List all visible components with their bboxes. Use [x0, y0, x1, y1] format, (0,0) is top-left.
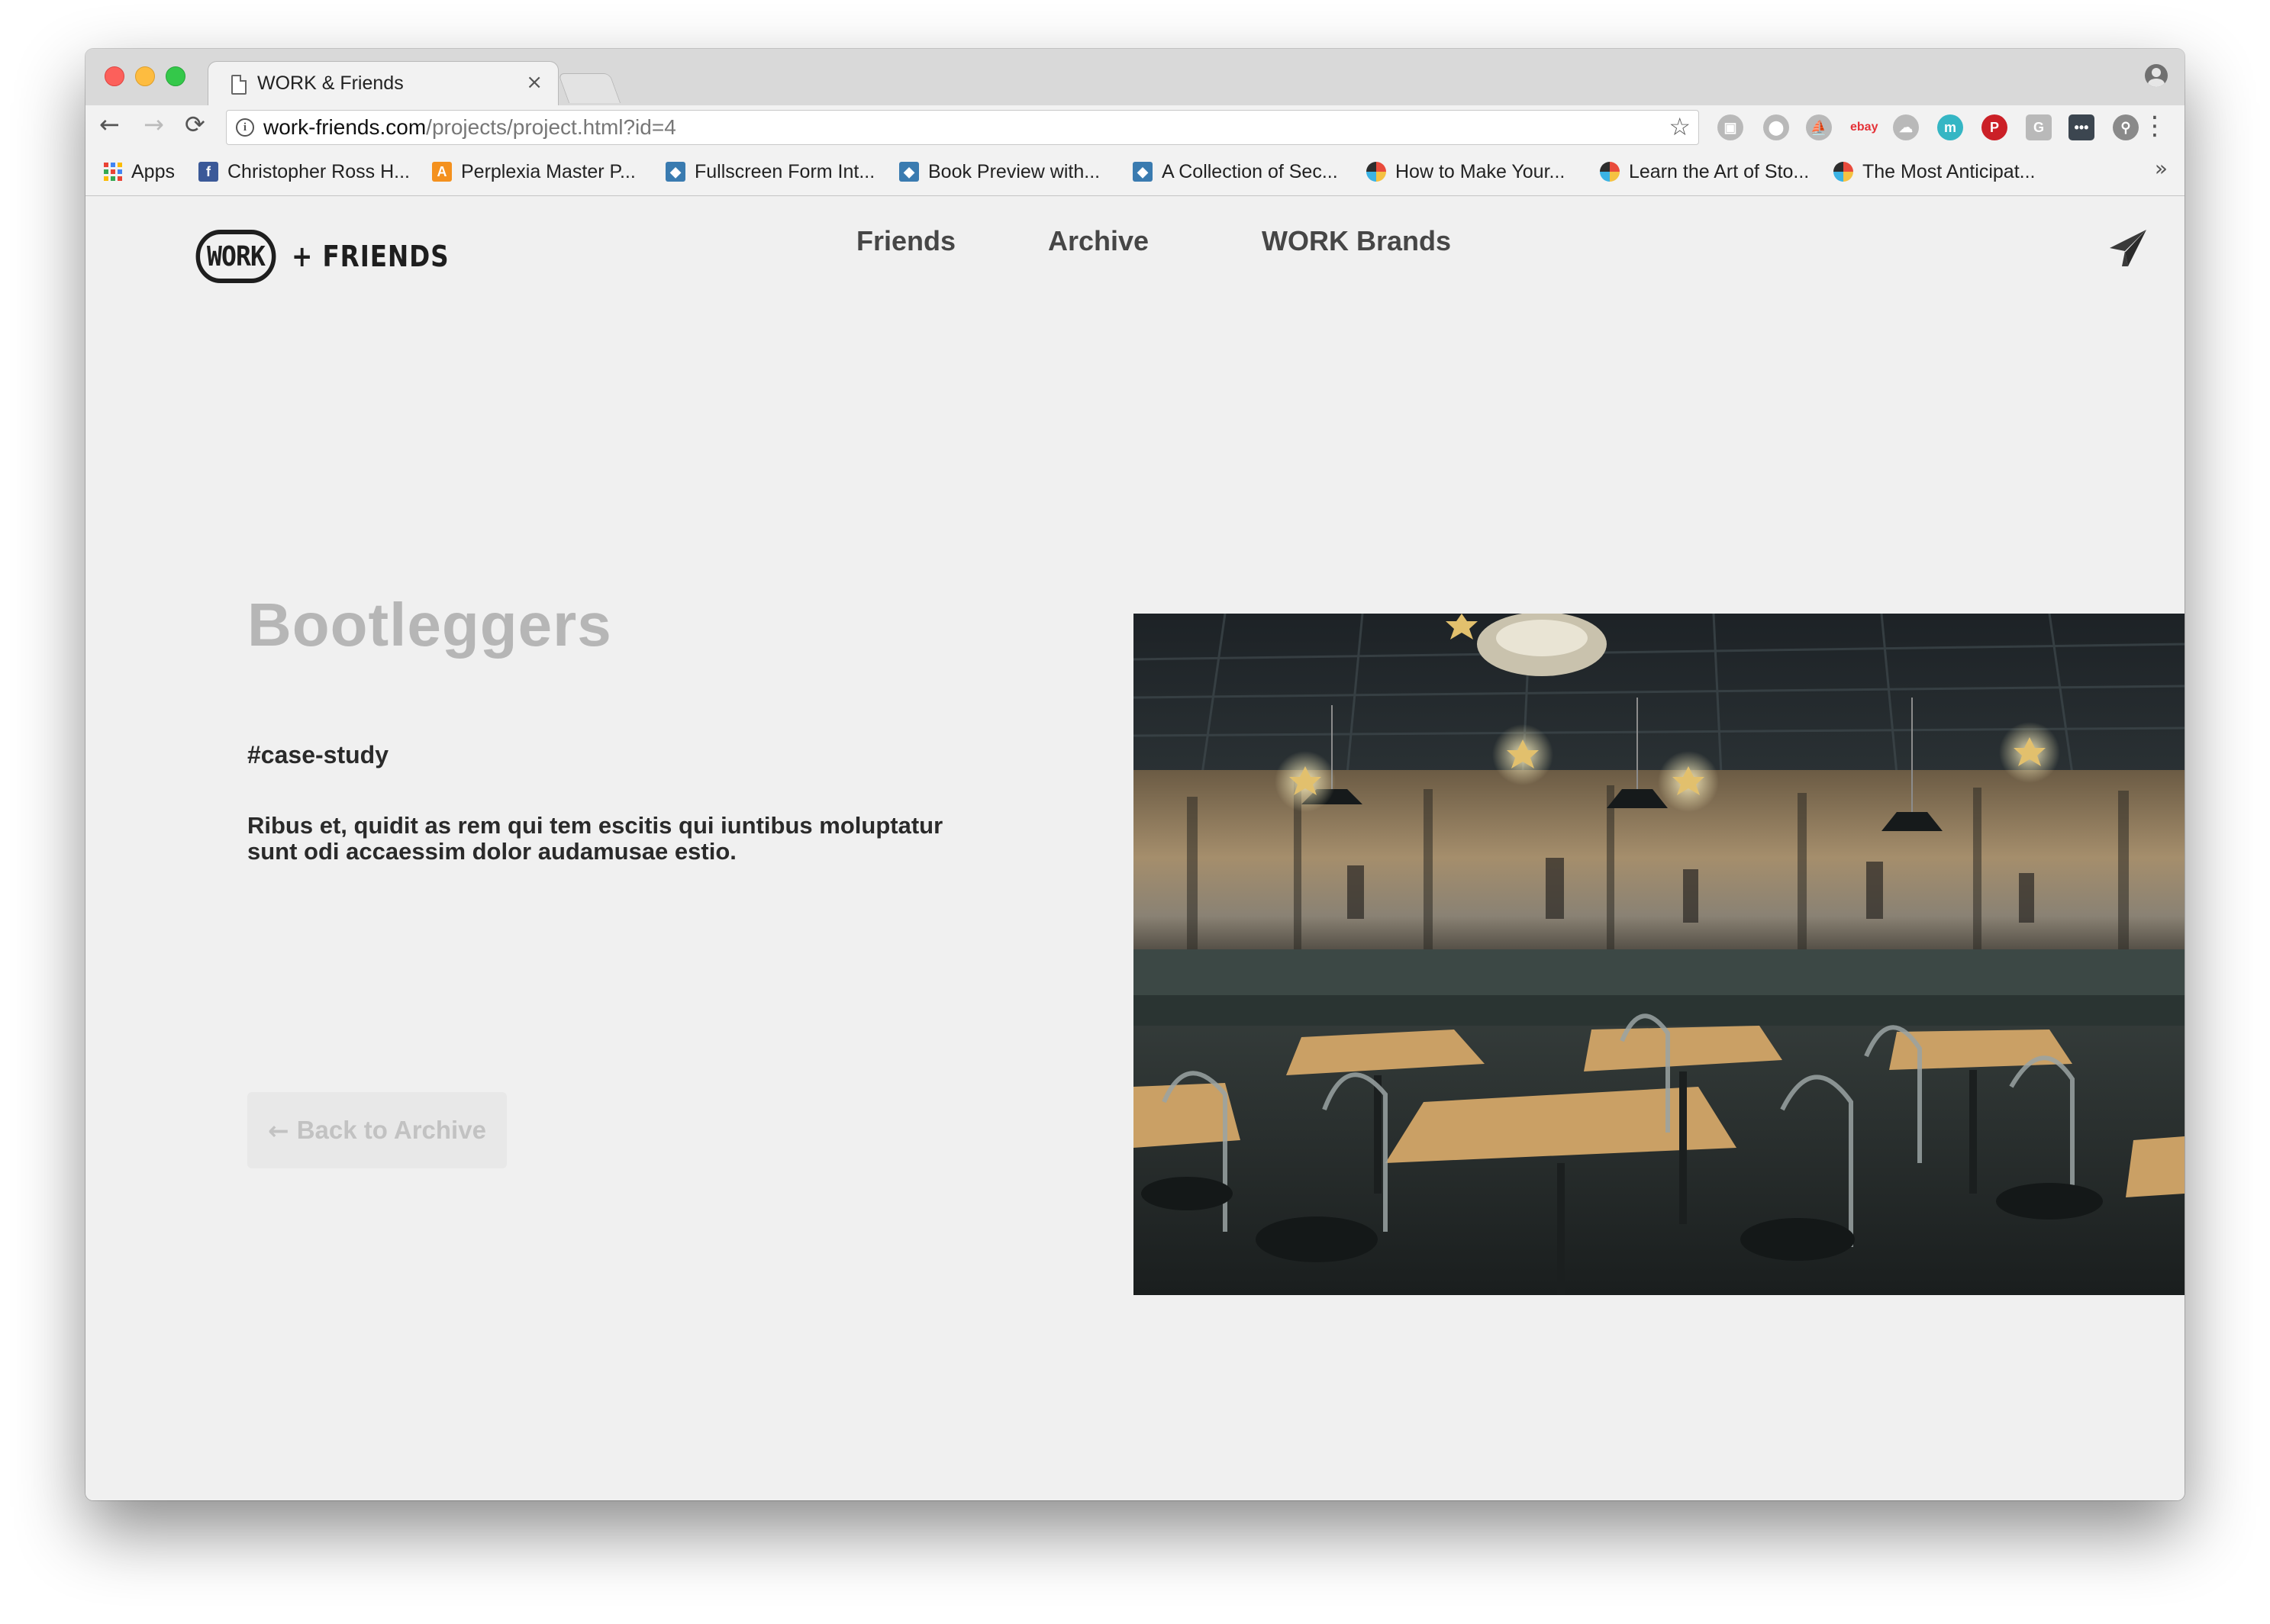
bookmark-label: Christopher Ross H... — [227, 160, 410, 182]
bookmark-label: Perplexia Master P... — [461, 160, 636, 182]
boat-extension-icon[interactable]: ⛵ — [1806, 114, 1832, 140]
browser-toolbar: ← → ⟳ i work-friends.com/projects/projec… — [85, 105, 2185, 150]
bookmark-item[interactable]: A Perplexia Master P... — [432, 159, 636, 185]
link-extension-icon[interactable]: ⚲ — [2113, 114, 2139, 140]
lastpass-extension-icon[interactable]: ••• — [2068, 114, 2094, 140]
apps-grid-icon — [104, 163, 122, 181]
browser-window: WORK & Friends × ← → ⟳ i work-friends.co… — [85, 49, 2185, 1500]
bookmark-item[interactable]: Apps — [104, 159, 175, 185]
close-window-button[interactable] — [105, 66, 124, 86]
tab-title: WORK & Friends — [257, 72, 404, 94]
location-extension-icon[interactable]: ⬤ — [1763, 114, 1789, 140]
new-tab-button[interactable] — [557, 73, 621, 103]
color-circle-icon — [1833, 162, 1853, 182]
facebook-icon: f — [198, 162, 218, 182]
cloud-extension-icon[interactable]: ☁ — [1893, 114, 1919, 140]
drop-icon: ◆ — [899, 162, 919, 182]
nav-work-brands[interactable]: WORK Brands — [1262, 225, 1451, 257]
nav-archive[interactable]: Archive — [1048, 225, 1149, 257]
project-description: Ribus et, quidit as rem qui tem escitis … — [247, 812, 943, 865]
tab-strip: WORK & Friends × — [85, 49, 2185, 106]
forward-arrow-icon[interactable]: → — [143, 110, 164, 139]
address-bar[interactable]: i work-friends.com/projects/project.html… — [226, 110, 1699, 145]
bookmark-label: Apps — [131, 160, 175, 182]
m-extension-icon[interactable]: m — [1937, 114, 1963, 140]
project-tag[interactable]: #case-study — [247, 741, 389, 769]
drop-icon: ◆ — [666, 162, 685, 182]
info-icon[interactable]: i — [236, 118, 254, 137]
logo-friends-text: + FRIENDS — [292, 240, 450, 273]
screenshot-extension-icon[interactable]: ▣ — [1717, 114, 1743, 140]
bookmark-item[interactable]: The Most Anticipat... — [1833, 159, 2036, 185]
back-arrow-icon[interactable]: ← — [99, 110, 120, 139]
bookmark-item[interactable]: Learn the Art of Sto... — [1600, 159, 1809, 185]
nav-friends[interactable]: Friends — [856, 225, 956, 257]
tab-close-icon[interactable]: × — [526, 71, 543, 94]
back-to-archive-button[interactable]: ← Back to Archive — [247, 1092, 507, 1168]
page-icon — [231, 75, 247, 95]
back-to-archive-label: Back to Archive — [296, 1116, 486, 1144]
ebay-extension-icon[interactable]: ebay — [1850, 114, 1878, 140]
browser-menu-icon[interactable]: ⋮ — [2142, 113, 2168, 139]
paper-plane-icon[interactable] — [2108, 228, 2148, 268]
url-text[interactable]: work-friends.com/projects/project.html?i… — [263, 115, 676, 140]
bookmark-item[interactable]: How to Make Your... — [1366, 159, 1565, 185]
profile-icon[interactable] — [2145, 64, 2168, 87]
letter-a-icon: A — [432, 162, 452, 182]
bookmark-item[interactable]: ◆ Fullscreen Form Int... — [666, 159, 875, 185]
bookmark-item[interactable]: f Christopher Ross H... — [198, 159, 410, 185]
logo-work-mark: WORK — [195, 230, 276, 283]
grammarly-extension-icon[interactable]: G — [2026, 114, 2052, 140]
bookmark-label: Book Preview with... — [928, 160, 1101, 182]
bookmark-label: Fullscreen Form Int... — [695, 160, 875, 182]
page-content: WORK + FRIENDS Friends Archive WORK Bran… — [85, 196, 2185, 1500]
bookmark-label: A Collection of Sec... — [1162, 160, 1338, 182]
more-bookmarks-icon[interactable]: » — [2155, 156, 2168, 181]
bookmark-label: Learn the Art of Sto... — [1629, 160, 1810, 182]
bookmark-label: The Most Anticipat... — [1862, 160, 2036, 182]
bookmark-item[interactable]: ◆ Book Preview with... — [899, 159, 1100, 185]
reload-icon[interactable]: ⟳ — [185, 110, 205, 139]
color-circle-icon — [1600, 162, 1620, 182]
bookmark-item[interactable]: ◆ A Collection of Sec... — [1133, 159, 1338, 185]
bookmark-label: How to Make Your... — [1395, 160, 1565, 182]
url-path: /projects/project.html?id=4 — [426, 115, 676, 139]
project-hero-image — [1133, 614, 2185, 1295]
drop-icon: ◆ — [1133, 162, 1153, 182]
active-tab[interactable]: WORK & Friends × — [208, 61, 559, 106]
browser-chrome: WORK & Friends × ← → ⟳ i work-friends.co… — [85, 49, 2185, 196]
minimize-window-button[interactable] — [135, 66, 155, 86]
color-circle-icon — [1366, 162, 1386, 182]
project-title: Bootleggers — [247, 591, 612, 659]
pinterest-extension-icon[interactable]: P — [1981, 114, 2007, 140]
url-host: work-friends.com — [263, 115, 427, 139]
bookmarks-bar: Apps f Christopher Ross H... A Perplexia Mas… — [85, 150, 2185, 196]
left-arrow-icon: ← — [268, 1115, 289, 1146]
bookmark-star-icon[interactable]: ☆ — [1669, 112, 1691, 141]
site-logo[interactable]: WORK + FRIENDS — [192, 230, 475, 283]
maximize-window-button[interactable] — [166, 66, 185, 86]
